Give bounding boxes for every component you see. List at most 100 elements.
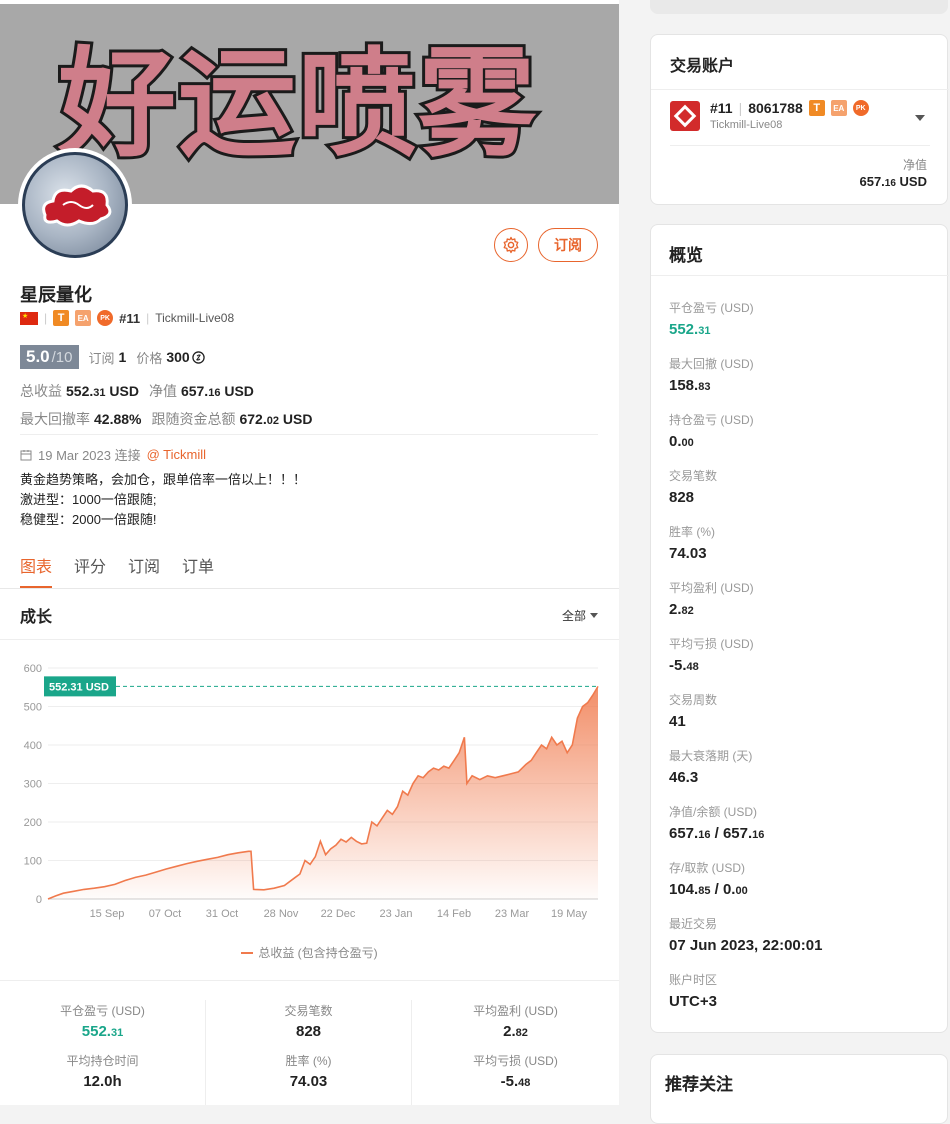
caret-down-icon [590,612,598,618]
overview-label: 平均亏损 (USD) [669,637,754,651]
drawdown-row: 最大回撤率 42.88% 跟随资金总额 672.02 USD [20,409,312,429]
profit-row: 总收益 552.31 USD 净值 657.16 USD [20,381,254,401]
overview-item: 平均亏损 (USD) -5.48 [669,635,822,691]
broker-logo-icon [670,101,700,131]
subscribe-button[interactable]: 订阅 [538,228,598,262]
overview-value: UTC+3 [669,993,717,1010]
stat-label: 胜率 (%) [285,1054,332,1068]
description-line: 稳健型：2000一倍跟随! [20,512,157,527]
overview-item: 最大回撤 (USD) 158.83 [669,355,822,411]
overview-item: 平均盈利 (USD) 2.82 [669,579,822,635]
recommend-card: 推荐关注 [650,1054,948,1124]
growth-area [48,686,598,899]
maxdd-label: 最大回撤率 [20,411,90,427]
account-dropdown-icon[interactable] [915,115,925,121]
divider [0,980,619,981]
overview-label: 交易周数 [669,693,718,707]
overview-value: 158.83 [669,377,711,394]
stat-label: 平均亏损 (USD) [473,1054,558,1068]
score-badge: 5.0/10 [20,345,79,369]
settings-button[interactable] [494,228,528,262]
range-select[interactable]: 全部 [562,607,598,624]
x-tick-label: 28 Nov [264,908,299,920]
rating-row: 5.0/10 订阅 1 价格 300 [20,345,205,369]
legend-label: 总收益 (包含持仓盈亏) [258,946,378,960]
main-panel: 好运喷雾 订阅 星辰量化 | T EA PK #11 | Tickmill-Li… [0,0,619,1105]
growth-title: 成长 [20,609,53,626]
broker-link[interactable]: @ Tickmill [147,447,206,462]
search-input[interactable] [650,0,948,14]
account-card-title: 交易账户 [670,58,735,75]
stat-value: 552.31 [81,1023,124,1040]
profile-tabs: 图表 评分 订阅 订单 [20,553,214,588]
price-value: 300 [166,349,190,365]
price-label: 价格 [136,350,163,366]
tag-t-icon: T [808,100,825,116]
overview-item: 交易笔数 828 [669,467,822,523]
tab-subscribe[interactable]: 订阅 [128,553,160,577]
score-max: /10 [51,349,73,366]
divider: | [44,311,48,325]
stat-label: 交易笔数 [284,1004,333,1018]
overview-item: 胜率 (%) 74.03 [669,523,822,579]
divider [0,588,619,589]
follow-label: 跟随资金总额 [151,411,236,427]
y-tick-label: 300 [24,779,42,791]
x-tick-label: 19 May [551,908,588,920]
score-value: 5.0 [26,347,50,366]
tab-orders[interactable]: 订单 [182,553,214,577]
x-tick-label: 23 Jan [379,908,412,920]
overview-label: 持仓盈亏 (USD) [669,413,754,427]
connect-info: 19 Mar 2023 连接 @ Tickmill [20,445,206,464]
total-label: 总收益 [20,383,62,399]
equity-value: 657.16 USD [180,383,254,399]
avatar-image [22,152,128,258]
overview-label: 平均盈利 (USD) [669,581,754,595]
overview-value: 828 [669,489,695,506]
tag-t-icon: T [53,310,70,326]
overview-value: 74.03 [669,545,707,562]
tab-chart[interactable]: 图表 [20,553,53,588]
overview-label: 净值/余额 (USD) [669,805,757,819]
overview-value: 0.00 [669,433,694,450]
legend-swatch [241,951,254,954]
account-server: Tickmill-Live08 [710,119,783,131]
tag-pk-icon: PK [852,100,869,116]
stat-value: 2.82 [503,1023,528,1040]
overview-value: 657.16 / 657.16 [669,825,765,842]
total-value: 552.31 USD [66,383,139,399]
overview-item: 持仓盈亏 (USD) 0.00 [669,411,822,467]
sidebar: 交易账户 #11 | 8061788 T EA PK Tickmill-Live… [619,0,950,1124]
description-line: 黄金趋势策略，会加仓，跟单倍率一倍以上！！！ [20,472,307,487]
overview-value: -5.48 [669,657,699,674]
calendar-icon [20,449,32,460]
overview-item: 账户时区 UTC+3 [669,971,822,1027]
overview-value: 2.82 [669,601,694,618]
overview-value: 552.31 [669,321,711,338]
account-equity-value: 657.16 USD [859,174,927,189]
coin-icon [191,350,205,364]
y-tick-label: 400 [24,740,42,752]
equity-label: 净值 [148,383,177,399]
last-value-label: 552.31 USD [49,681,109,693]
overview-item: 净值/余额 (USD) 657.16 / 657.16 [669,803,822,859]
trading-account-card: 交易账户 #11 | 8061788 T EA PK Tickmill-Live… [650,34,949,205]
y-tick-label: 200 [24,817,42,829]
chart-legend[interactable]: 总收益 (包含持仓盈亏) [0,944,619,961]
overview-label: 交易笔数 [669,469,718,483]
x-tick-label: 22 Dec [321,908,356,920]
overview-label: 最近交易 [669,917,718,931]
x-tick-label: 15 Sep [90,908,125,920]
stat-column: 交易笔数 828 胜率 (%) 74.03 [206,1000,412,1105]
stat-value: 74.03 [289,1073,328,1090]
growth-chart: 0 100 200 300 400 500 600 15 Sep 07 Oct 31 Oct 28… [24,663,599,920]
stat-label: 平仓盈亏 (USD) [60,1004,145,1018]
overview-label: 胜率 (%) [669,525,715,539]
maxdd-value: 42.88% [94,411,142,427]
subs-value: 1 [118,349,127,365]
stats-grid: 平仓盈亏 (USD) 552.31 平均持仓时间 12.0h 交易笔数 828 … [0,1000,619,1105]
tab-rating[interactable]: 评分 [74,553,106,577]
tag-ea-icon: EA [75,310,92,326]
stat-column: 平仓盈亏 (USD) 552.31 平均持仓时间 12.0h [0,1000,206,1105]
x-tick-label: 23 Mar [495,908,530,920]
